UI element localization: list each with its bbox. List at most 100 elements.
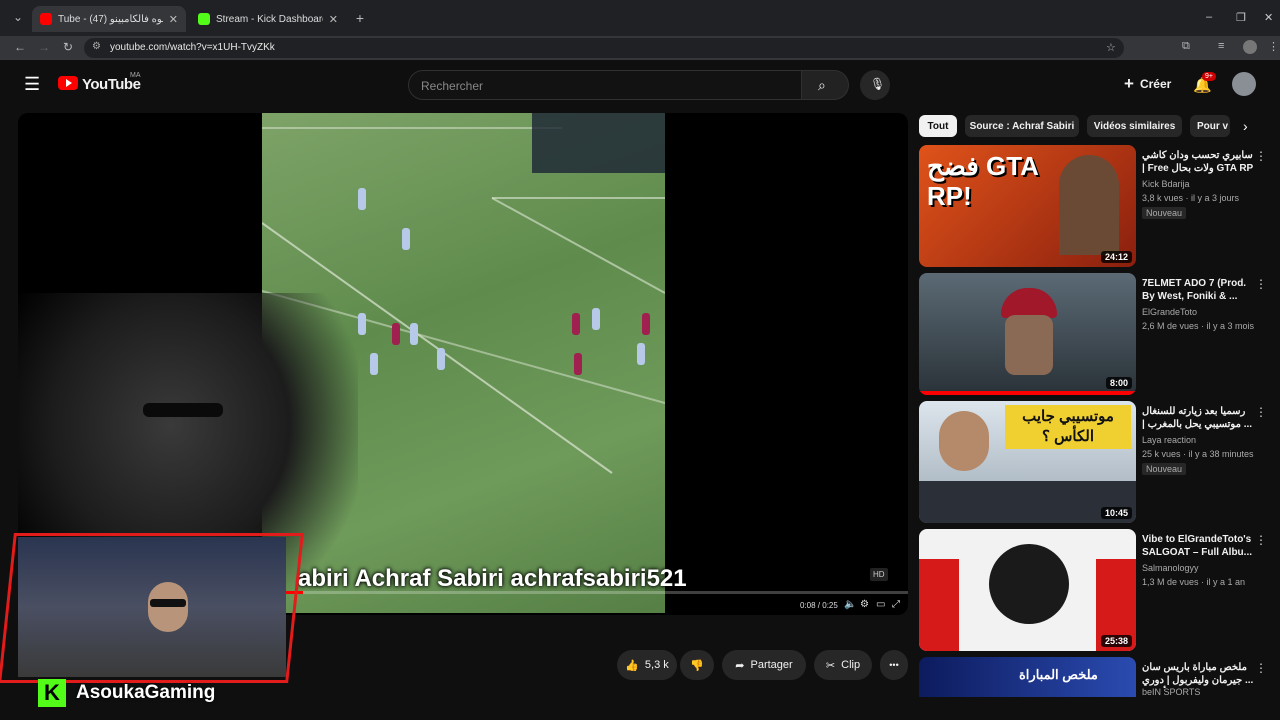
new-tab-button[interactable]: + (352, 10, 368, 26)
video-title[interactable]: 7ELMET ADO 7 (Prod. By West, Foniki & ..… (1142, 277, 1254, 303)
player-figure (437, 348, 445, 370)
minimize-button[interactable]: – (1206, 11, 1212, 23)
video-thumbnail[interactable]: ملخص المباراة (919, 657, 1136, 697)
bookmark-star-icon[interactable]: ☆ (1106, 41, 1116, 54)
hamburger-menu-icon[interactable]: ☰ (24, 74, 40, 95)
related-video-card[interactable]: ملخص المباراة ملخص مباراة باريس سان ... … (919, 657, 1269, 697)
thumbnail-text: ملخص المباراة (1019, 667, 1098, 682)
create-button[interactable]: + Créer (1124, 74, 1171, 94)
video-duration: 25:38 (1100, 635, 1132, 647)
volume-icon[interactable]: 🔈 (844, 599, 856, 610)
related-video-card[interactable]: موتسيبي جايب الكأس ؟ 10:45 رسميا بعد زيا… (919, 401, 1269, 523)
tab-label: Stream - Kick Dashboard (216, 13, 323, 25)
forward-icon[interactable]: → (36, 40, 52, 54)
player-figure (358, 313, 366, 335)
video-thumbnail[interactable]: 25:38 (919, 529, 1136, 651)
media-controls-icon[interactable]: ≡ (1218, 40, 1224, 52)
time-display: 0:08 / 0:25 (800, 601, 838, 610)
like-count: 5,3 k (644, 659, 669, 671)
new-badge: Nouveau (1142, 207, 1187, 219)
search-button[interactable]: ⌕ (801, 70, 849, 100)
video-title[interactable]: سابيري تحسب ودان كاشي | Free ولات بحال G… (1142, 149, 1254, 176)
social-handles-overlay: abiri Achraf Sabiri achrafsabiri521 (298, 565, 687, 592)
video-duration: 24:12 (1100, 251, 1132, 263)
settings-gear-icon[interactable]: ⚙ (860, 599, 869, 610)
plus-icon: + (1124, 74, 1134, 93)
streamer-webcam: K AsoukaGaming (0, 527, 304, 707)
clip-button[interactable]: ✂ Clip (814, 650, 872, 680)
search-input[interactable]: Rechercher (408, 70, 802, 100)
video-title[interactable]: ملخص مباراة باريس سان ... جيرمان وليفربو… (1142, 661, 1254, 688)
channel-name[interactable]: beIN SPORTS (1142, 687, 1200, 697)
dislike-button[interactable]: 👎 (680, 650, 714, 680)
player-figure (410, 323, 418, 345)
youtube-header: ☰ YouTube MA Rechercher ⌕ 🎙 + Créer 🔔 9+ (0, 60, 1280, 108)
more-actions-button[interactable]: ••• (880, 650, 908, 680)
player-figure (637, 343, 645, 365)
video-thumbnail[interactable]: فضح GTA RP! 24:12 (919, 145, 1136, 267)
close-window-button[interactable]: ✕ (1264, 11, 1273, 24)
voice-search-button[interactable]: 🎙 (860, 70, 890, 100)
tab-kick[interactable]: Stream - Kick Dashboard ✕ (190, 6, 346, 32)
player-figure (358, 188, 366, 210)
address-bar[interactable]: ⚙ youtube.com/watch?v=x1UH-TvyZKk ☆ (84, 38, 1124, 58)
chip-all[interactable]: Tout (919, 115, 957, 137)
thumbs-up-icon: 👍 (625, 659, 639, 672)
menu-icon[interactable]: ⋮ (1268, 40, 1279, 53)
fullscreen-icon[interactable]: ⤢ (892, 599, 900, 610)
thumbnail-text: موتسيبي جايب الكأس ؟ (1005, 405, 1131, 449)
thumbnail-person (1059, 155, 1119, 255)
more-options-icon[interactable]: ⋮ (1255, 405, 1267, 419)
related-video-card[interactable]: 25:38 Vibe to ElGrandeToto's SALGOAT – F… (919, 529, 1269, 651)
chip-similar[interactable]: Vidéos similaires (1087, 115, 1182, 137)
notification-count-badge: 9+ (1202, 72, 1216, 81)
share-button[interactable]: ➦ Partager (722, 650, 806, 680)
kick-logo-icon: K (38, 679, 66, 707)
like-button[interactable]: 👍 5,3 k (617, 650, 677, 680)
scissors-icon: ✂ (825, 659, 836, 672)
url-text: youtube.com/watch?v=x1UH-TvyZKk (110, 42, 275, 53)
channel-name[interactable]: ElGrandeToto (1142, 307, 1197, 317)
chevron-right-icon[interactable]: › (1243, 118, 1248, 134)
video-duration: 8:00 (1105, 377, 1132, 389)
tab-label: Tube - طلقوه فالكامبينو (47) (58, 13, 163, 25)
profile-avatar[interactable] (1243, 40, 1257, 54)
video-title[interactable]: Vibe to ElGrandeToto's SALGOAT – Full Al… (1142, 533, 1254, 559)
site-info-icon[interactable]: ⚙ (92, 41, 101, 52)
miniplayer-icon[interactable]: ▭ (876, 599, 885, 610)
streamer-face (148, 582, 188, 632)
more-options-icon[interactable]: ⋮ (1255, 277, 1267, 291)
video-thumbnail[interactable]: 8:00 (919, 273, 1136, 395)
player-figure (572, 313, 580, 335)
video-thumbnail[interactable]: موتسيبي جايب الكأس ؟ 10:45 (919, 401, 1136, 523)
more-options-icon[interactable]: ⋮ (1255, 533, 1267, 547)
thumbnail-text: فضح GTA RP! (927, 151, 1038, 211)
tab-close-icon[interactable]: ✕ (169, 13, 178, 26)
more-options-icon[interactable]: ⋮ (1255, 149, 1267, 163)
more-options-icon[interactable]: ⋮ (1255, 661, 1267, 675)
tab-youtube[interactable]: Tube - طلقوه فالكامبينو (47) ✕ (32, 6, 186, 32)
maximize-button[interactable]: ❐ (1236, 11, 1246, 24)
search-placeholder: Rechercher (421, 79, 484, 93)
related-video-card[interactable]: 8:00 7ELMET ADO 7 (Prod. By West, Foniki… (919, 273, 1269, 395)
account-avatar[interactable] (1232, 72, 1256, 96)
channel-name[interactable]: Kick Bdarija (1142, 179, 1190, 189)
channel-name[interactable]: Salmanologyy (1142, 563, 1199, 573)
tab-close-icon[interactable]: ✕ (329, 13, 338, 26)
video-meta: 2,6 M de vues · il y a 3 mois (1142, 321, 1255, 331)
channel-name[interactable]: Laya reaction (1142, 435, 1196, 445)
streamer-sunglasses (150, 599, 186, 607)
reload-icon[interactable]: ↻ (60, 40, 76, 54)
chip-source[interactable]: Source : Achraf Sabiri (965, 115, 1079, 137)
youtube-logo-icon[interactable] (58, 76, 78, 90)
share-label: Partager (750, 659, 793, 671)
new-badge: Nouveau (1142, 463, 1187, 475)
tab-search-icon[interactable]: ⌄ (10, 10, 26, 24)
watched-progress (919, 391, 1136, 395)
related-video-card[interactable]: فضح GTA RP! 24:12 سابيري تحسب ودان كاشي … (919, 145, 1269, 267)
chip-for-you[interactable]: Pour v (1190, 115, 1230, 137)
back-icon[interactable]: ← (12, 40, 28, 54)
extensions-icon[interactable]: ⧉ (1182, 40, 1190, 53)
video-title[interactable]: رسميا بعد زيارته للسنغال ... موتسيبي يحل… (1142, 405, 1254, 432)
thumbnail-figure-center (989, 544, 1069, 624)
